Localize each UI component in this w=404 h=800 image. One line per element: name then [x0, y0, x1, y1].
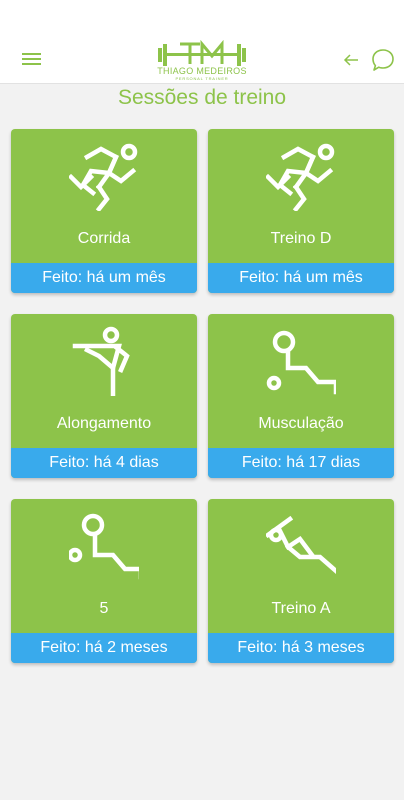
session-label: Treino A [271, 600, 331, 617]
session-card[interactable]: Alongamento Feito: há 4 dias [11, 314, 197, 478]
session-label: 5 [99, 600, 109, 617]
session-card[interactable]: Corrida Feito: há um mês [11, 129, 197, 293]
running-icon [264, 141, 336, 213]
session-status: Feito: há 4 dias [11, 448, 197, 478]
running-icon [67, 141, 139, 213]
session-status: Feito: há 2 meses [11, 633, 197, 663]
session-status: Feito: há um mês [11, 263, 197, 293]
weightlifting-icon [67, 511, 144, 581]
session-label: Alongamento [56, 415, 152, 432]
session-card[interactable]: Musculação Feito: há 17 dias [208, 314, 394, 478]
session-card[interactable]: Treino A Feito: há 3 meses [208, 499, 394, 663]
session-card[interactable]: Treino D Feito: há um mês [208, 129, 394, 293]
session-status: Feito: há 3 meses [208, 633, 394, 663]
session-card[interactable]: 5 Feito: há 2 meses [11, 499, 197, 663]
session-status: Feito: há 17 dias [208, 448, 394, 478]
session-label: Treino D [270, 230, 332, 247]
session-status: Feito: há um mês [208, 263, 394, 293]
weightlifting-icon [266, 326, 339, 396]
situp-icon [263, 511, 341, 588]
session-grid: Corrida Feito: há um mês Treino D Feito:… [0, 0, 404, 800]
session-label: Musculação [258, 415, 344, 432]
stretching-icon [69, 326, 139, 399]
session-label: Corrida [77, 230, 131, 247]
